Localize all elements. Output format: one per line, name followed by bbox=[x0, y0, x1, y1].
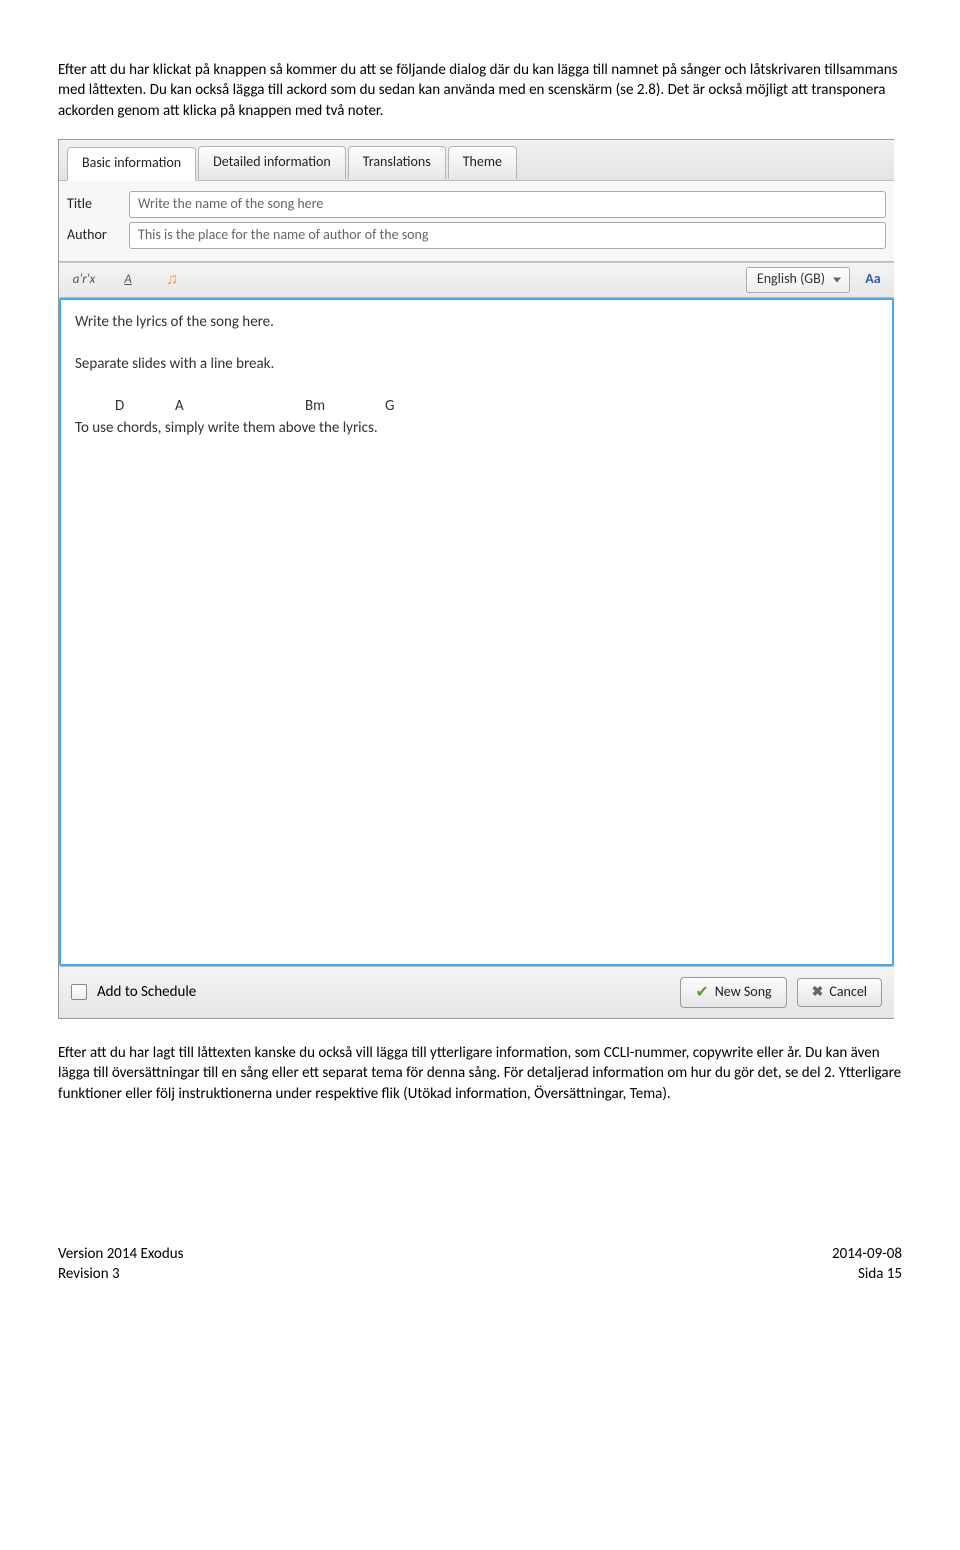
body-paragraph-1: Efter att du har klickat på knappen så k… bbox=[58, 60, 902, 121]
author-input[interactable]: This is the place for the name of author… bbox=[129, 222, 886, 249]
cancel-button-label: Cancel bbox=[829, 983, 867, 1002]
language-dropdown[interactable]: English (GB) bbox=[746, 267, 850, 293]
tab-theme[interactable]: Theme bbox=[448, 146, 517, 179]
tab-basic-information[interactable]: Basic information bbox=[67, 147, 196, 181]
title-label: Title bbox=[67, 195, 121, 214]
font-aa-button[interactable]: Aa bbox=[860, 268, 886, 292]
dialog-bottom-bar: Add to Schedule ✔ New Song ✖ Cancel bbox=[59, 966, 894, 1019]
close-icon: ✖ bbox=[812, 983, 824, 1002]
cancel-button[interactable]: ✖ Cancel bbox=[797, 978, 882, 1007]
language-dropdown-value: English (GB) bbox=[757, 270, 825, 289]
chord-line: DABmG bbox=[75, 396, 878, 416]
dialog-tabs: Basic information Detailed information T… bbox=[59, 140, 894, 181]
song-header-panel: Title Write the name of the song here Au… bbox=[59, 181, 894, 262]
footer-version: Version 2014 Exodus bbox=[58, 1244, 183, 1264]
checkmark-icon: ✔ bbox=[695, 982, 708, 1004]
music-notes-icon bbox=[166, 269, 178, 291]
song-dialog-screenshot: Basic information Detailed information T… bbox=[58, 139, 894, 1019]
lyrics-toolbar: a'r'x A English (GB) Aa bbox=[59, 262, 894, 298]
apostrophe-tool-button[interactable]: a'r'x bbox=[67, 268, 101, 292]
new-song-button-label: New Song bbox=[715, 983, 772, 1002]
tab-detailed-information[interactable]: Detailed information bbox=[198, 146, 346, 179]
lyrics-line: Separate slides with a line break. bbox=[75, 354, 878, 374]
title-input[interactable]: Write the name of the song here bbox=[129, 191, 886, 218]
tab-translations[interactable]: Translations bbox=[348, 146, 446, 179]
lyrics-textarea[interactable]: Write the lyrics of the song here. Separ… bbox=[59, 298, 894, 966]
footer-page: Sida 15 bbox=[832, 1264, 902, 1284]
body-paragraph-2: Efter att du har lagt till låttexten kan… bbox=[58, 1043, 902, 1104]
page-footer: Version 2014 Exodus Revision 3 2014-09-0… bbox=[58, 1244, 902, 1285]
lyrics-line: Write the lyrics of the song here. bbox=[75, 312, 878, 332]
add-to-schedule-checkbox[interactable] bbox=[71, 984, 87, 1000]
author-label: Author bbox=[67, 226, 121, 245]
underline-a-button[interactable]: A bbox=[111, 268, 145, 292]
footer-revision: Revision 3 bbox=[58, 1264, 183, 1284]
transpose-notes-button[interactable] bbox=[155, 268, 189, 292]
footer-date: 2014-09-08 bbox=[832, 1244, 902, 1264]
lyrics-line: To use chords, simply write them above t… bbox=[75, 418, 878, 438]
add-to-schedule-label: Add to Schedule bbox=[97, 982, 196, 1002]
new-song-button[interactable]: ✔ New Song bbox=[680, 977, 786, 1009]
